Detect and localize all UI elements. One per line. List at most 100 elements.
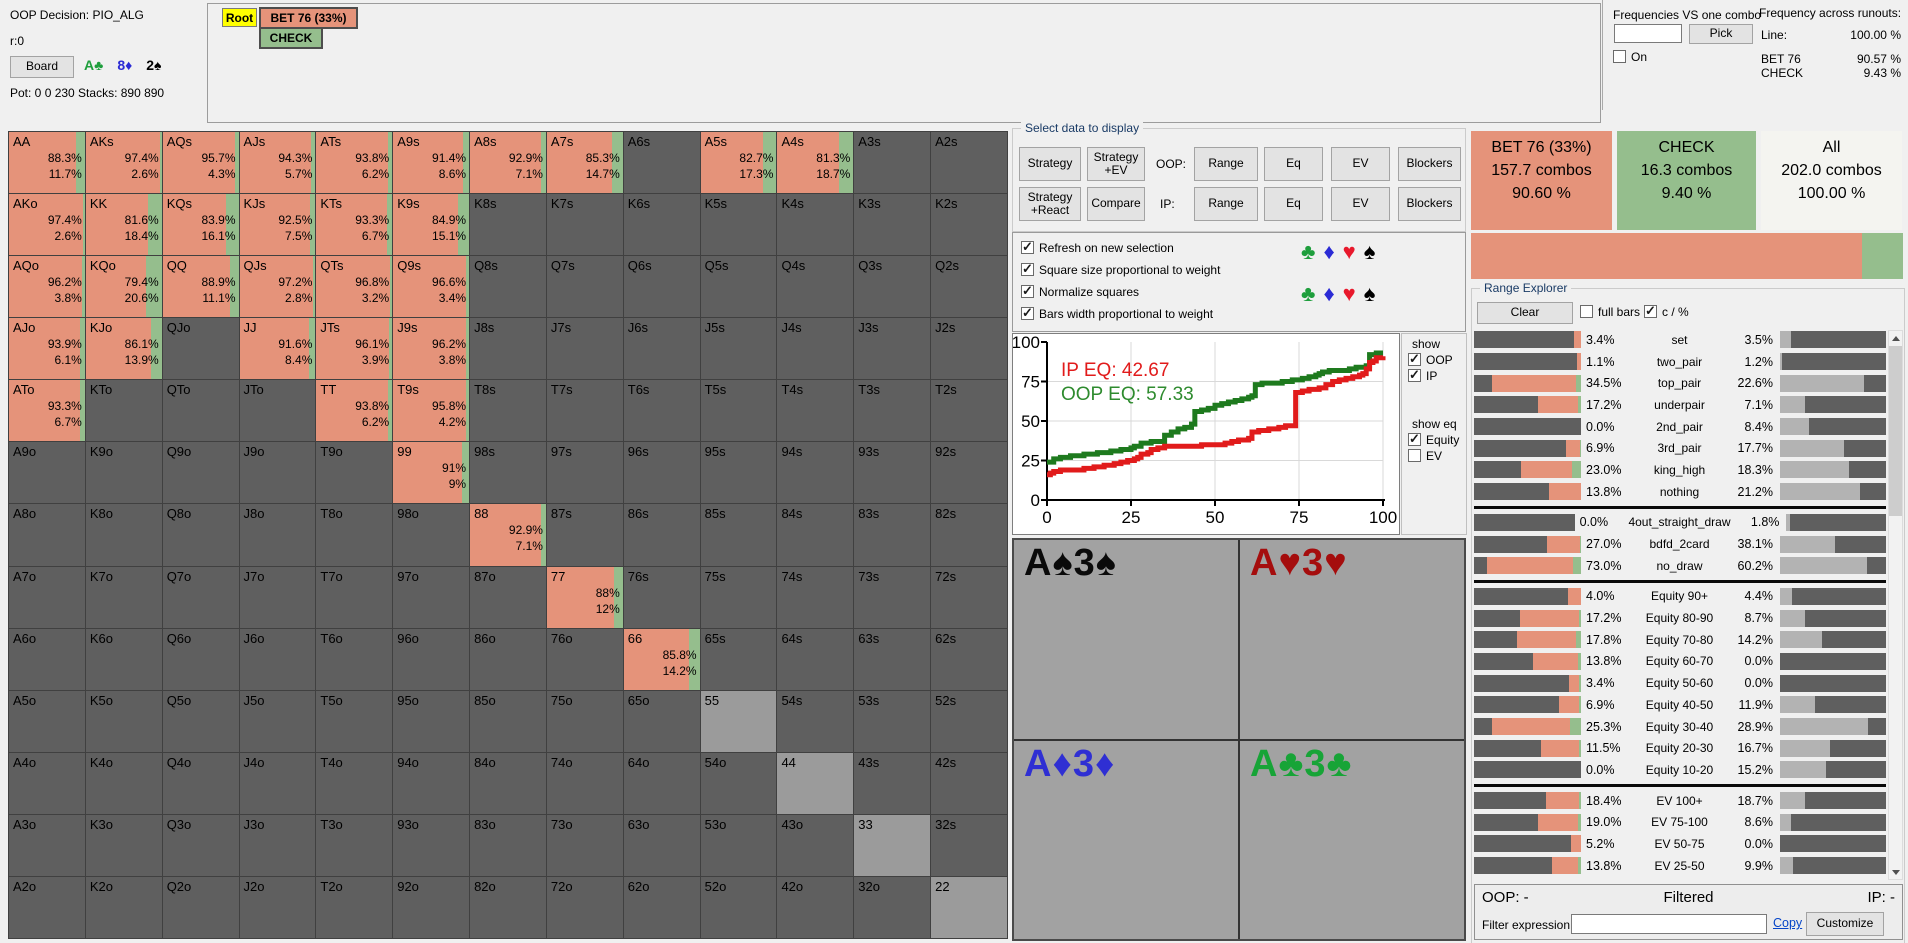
hand-cell-K5s[interactable]: K5s [701,194,777,255]
hand-cell-Q3o[interactable]: Q3o [163,815,239,876]
hand-cell-A3s[interactable]: A3s [854,132,930,193]
show-checkbox[interactable] [1408,433,1421,446]
hand-cell-76o[interactable]: 76o [547,629,623,690]
hand-cell-J9o[interactable]: J9o [240,442,316,503]
hand-cell-KJo[interactable]: KJo86.1%13.9% [86,318,162,379]
hand-cell-74s[interactable]: 74s [777,567,853,628]
hand-cell-J8s[interactable]: J8s [470,318,546,379]
hand-cell-42s[interactable]: 42s [931,753,1007,814]
hand-cell-J8o[interactable]: J8o [240,504,316,565]
hand-cell-93o[interactable]: 93o [393,815,469,876]
hand-cell-63o[interactable]: 63o [624,815,700,876]
tree-node-check[interactable]: CHECK [259,27,323,49]
hand-cell-A4o[interactable]: A4o [9,753,85,814]
hand-cell-99[interactable]: 9991%9% [393,442,469,503]
hand-cell-TT[interactable]: TT93.8%6.2% [316,380,392,441]
hand-cell-65o[interactable]: 65o [624,691,700,752]
customize-button[interactable]: Customize [1806,912,1884,936]
combo-card-A3[interactable]: A♣3♣ [1240,741,1464,940]
ip-ev-button[interactable]: EV [1331,187,1390,221]
filter-expression-input[interactable] [1571,914,1767,934]
explorer-row-equity-90+[interactable]: 4.0%Equity 90+4.4% [1474,586,1886,608]
hand-cell-J5o[interactable]: J5o [240,691,316,752]
hand-cell-62o[interactable]: 62o [624,877,700,938]
hand-cell-KQs[interactable]: KQs83.9%16.1% [163,194,239,255]
hand-cell-AJo[interactable]: AJo93.9%6.1% [9,318,85,379]
hand-cell-K7o[interactable]: K7o [86,567,162,628]
hand-cell-A6o[interactable]: A6o [9,629,85,690]
hand-cell-T5s[interactable]: T5s [701,380,777,441]
hand-cell-22[interactable]: 22 [931,877,1007,938]
hand-cell-44[interactable]: 44 [777,753,853,814]
hand-cell-T9o[interactable]: T9o [316,442,392,503]
hand-cell-Q9o[interactable]: Q9o [163,442,239,503]
show-item-ev[interactable]: EV [1408,449,1466,463]
hand-cell-Q5o[interactable]: Q5o [163,691,239,752]
hand-cell-82s[interactable]: 82s [931,504,1007,565]
explorer-row-equity-70-80[interactable]: 17.8%Equity 70-8014.2% [1474,629,1886,651]
explorer-row-ev-75-100[interactable]: 19.0%EV 75-1008.6% [1474,811,1886,833]
hand-cell-J5s[interactable]: J5s [701,318,777,379]
explorer-row-equity-10-20[interactable]: 0.0%Equity 10-2015.2% [1474,759,1886,781]
hand-cell-54s[interactable]: 54s [777,691,853,752]
hand-cell-T2o[interactable]: T2o [316,877,392,938]
hand-cell-K8s[interactable]: K8s [470,194,546,255]
hand-cell-85s[interactable]: 85s [701,504,777,565]
option-checkbox[interactable] [1021,263,1034,276]
hand-cell-T4s[interactable]: T4s [777,380,853,441]
hand-cell-AJs[interactable]: AJs94.3%5.7% [240,132,316,193]
hand-cell-K4s[interactable]: K4s [777,194,853,255]
combo-card-A3[interactable]: A♠3♠ [1014,540,1238,739]
show-checkbox[interactable] [1408,449,1421,462]
suit-icon[interactable]: ♥ [1343,281,1364,306]
combo-card-A3[interactable]: A♥3♥ [1240,540,1464,739]
hand-cell-97s[interactable]: 97s [547,442,623,503]
hand-cell-AQo[interactable]: AQo96.2%3.8% [9,256,85,317]
hand-cell-66[interactable]: 6685.8%14.2% [624,629,700,690]
hand-cell-K8o[interactable]: K8o [86,504,162,565]
hand-cell-T6o[interactable]: T6o [316,629,392,690]
hand-cell-K4o[interactable]: K4o [86,753,162,814]
hand-cell-55[interactable]: 55 [701,691,777,752]
hand-cell-A8o[interactable]: A8o [9,504,85,565]
hand-cell-A8s[interactable]: A8s92.9%7.1% [470,132,546,193]
hand-cell-A3o[interactable]: A3o [9,815,85,876]
hand-cell-T2s[interactable]: T2s [931,380,1007,441]
hand-cell-Q8o[interactable]: Q8o [163,504,239,565]
hand-cell-A7s[interactable]: A7s85.3%14.7% [547,132,623,193]
explorer-row-4out-straight-draw[interactable]: 0.0%4out_straight_draw1.8% [1474,512,1886,534]
explorer-row-ev-25-50[interactable]: 13.8%EV 25-509.9% [1474,855,1886,877]
hand-cell-53s[interactable]: 53s [854,691,930,752]
explorer-row-no-draw[interactable]: 73.0%no_draw60.2% [1474,555,1886,577]
hand-cell-T8o[interactable]: T8o [316,504,392,565]
hand-cell-A9o[interactable]: A9o [9,442,85,503]
hand-cell-32s[interactable]: 32s [931,815,1007,876]
tree-node-root[interactable]: Root [222,8,257,27]
hand-cell-Q5s[interactable]: Q5s [701,256,777,317]
summary-bet-box[interactable]: BET 76 (33%) 157.7 combos 90.60 % [1471,131,1612,230]
suit-icon[interactable]: ♠ [1364,239,1384,264]
hand-cell-QTo[interactable]: QTo [163,380,239,441]
hand-cell-AQs[interactable]: AQs95.7%4.3% [163,132,239,193]
hand-cell-75o[interactable]: 75o [547,691,623,752]
hand-cell-88[interactable]: 8892.9%7.1% [470,504,546,565]
hand-cell-72s[interactable]: 72s [931,567,1007,628]
hand-cell-K2s[interactable]: K2s [931,194,1007,255]
hand-cell-Q6s[interactable]: Q6s [624,256,700,317]
explorer-row-ev-100+[interactable]: 18.4%EV 100+18.7% [1474,790,1886,812]
hand-cell-33[interactable]: 33 [854,815,930,876]
hand-cell-92o[interactable]: 92o [393,877,469,938]
hand-cell-62s[interactable]: 62s [931,629,1007,690]
hand-cell-KJs[interactable]: KJs92.5%7.5% [240,194,316,255]
hand-cell-92s[interactable]: 92s [931,442,1007,503]
explorer-row-2nd-pair[interactable]: 0.0%2nd_pair8.4% [1474,416,1886,438]
hand-cell-86o[interactable]: 86o [470,629,546,690]
option-normalize-squares[interactable]: Normalize squares [1021,285,1139,299]
suit-icon[interactable]: ♦ [1323,239,1342,264]
hand-cell-43s[interactable]: 43s [854,753,930,814]
hand-cell-65s[interactable]: 65s [701,629,777,690]
hand-cell-J6o[interactable]: J6o [240,629,316,690]
explorer-scrollbar[interactable] [1888,330,1903,880]
scroll-up-icon[interactable] [1889,331,1902,345]
hand-cell-JTs[interactable]: JTs96.1%3.9% [316,318,392,379]
